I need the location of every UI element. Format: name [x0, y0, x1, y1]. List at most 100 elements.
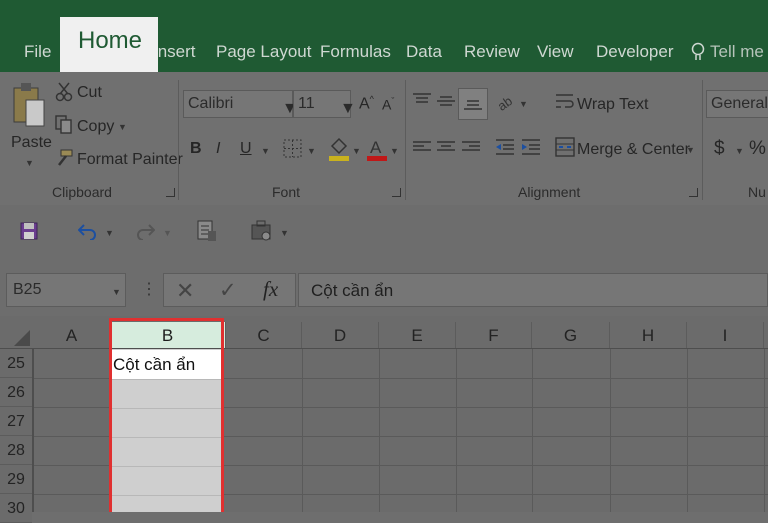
column-header-i[interactable]: I — [687, 322, 764, 349]
tab-insert[interactable]: Insert — [153, 42, 196, 62]
column-header-e[interactable]: E — [379, 322, 456, 349]
tell-me-search[interactable]: Tell me w — [710, 42, 768, 62]
font-group-label: Font — [272, 184, 301, 200]
decrease-indent-icon[interactable] — [495, 138, 515, 156]
row-header-27[interactable]: 27 — [0, 408, 32, 436]
name-box[interactable]: B25 ▼ — [6, 273, 126, 307]
grid-line — [610, 349, 611, 512]
grid-line — [302, 349, 303, 512]
svg-text:A: A — [370, 138, 382, 157]
merge-dropdown-icon[interactable]: ▼ — [686, 145, 695, 155]
scissors-icon[interactable] — [55, 82, 73, 102]
currency-button[interactable]: $ — [714, 138, 725, 160]
row-header-28[interactable]: 28 — [0, 437, 32, 465]
align-middle-icon[interactable] — [436, 95, 456, 109]
copy-dropdown-icon[interactable]: ▼ — [118, 122, 127, 132]
orientation-icon[interactable]: ab — [496, 92, 518, 112]
row-header-29[interactable]: 29 — [0, 466, 32, 494]
percent-button[interactable]: % — [749, 138, 766, 160]
number-format-select[interactable]: General — [706, 90, 768, 118]
tab-page-layout[interactable]: Page Layout — [216, 42, 311, 62]
clipboard-group-label: Clipboard — [52, 184, 112, 200]
cancel-icon[interactable]: ✕ — [176, 278, 194, 304]
align-right-icon[interactable] — [461, 140, 481, 154]
redo-icon[interactable] — [135, 222, 155, 240]
column-header-c[interactable]: C — [226, 322, 302, 349]
italic-button[interactable]: I — [216, 140, 220, 158]
alignment-launcher-icon[interactable] — [689, 188, 698, 197]
tab-view[interactable]: View — [537, 42, 574, 62]
formula-input[interactable]: Cột cần ẩn — [298, 273, 768, 307]
orientation-dropdown-icon[interactable]: ▼ — [519, 99, 528, 109]
svg-text:ab: ab — [496, 93, 515, 112]
row-header-30[interactable]: 30 — [0, 495, 32, 523]
tab-data[interactable]: Data — [406, 42, 442, 62]
font-size-value: 11 — [298, 95, 315, 112]
ribbon-tab-bar: File Insert Page Layout Formulas Data Re… — [0, 0, 768, 72]
increase-font-size-icon[interactable]: A^ — [359, 94, 374, 113]
underline-button[interactable]: U — [240, 140, 252, 158]
column-header-h[interactable]: H — [610, 322, 687, 349]
font-launcher-icon[interactable] — [392, 188, 401, 197]
font-color-icon[interactable]: A — [366, 136, 388, 162]
wrap-text-button[interactable]: Wrap Text — [577, 96, 648, 114]
font-size-select[interactable]: 11 ▼ — [293, 90, 356, 118]
resize-handle-icon[interactable]: ⋮ — [141, 279, 157, 299]
row-header-26[interactable]: 26 — [0, 379, 32, 407]
merge-center-icon[interactable] — [555, 137, 575, 157]
wrap-text-icon[interactable] — [555, 92, 575, 112]
paste-dropdown-icon[interactable]: ▼ — [25, 158, 34, 168]
borders-icon[interactable] — [283, 139, 303, 159]
column-header-a[interactable]: A — [34, 322, 110, 349]
align-top-icon[interactable] — [412, 92, 432, 106]
font-name-value: Calibri — [188, 95, 234, 112]
increase-indent-icon[interactable] — [521, 138, 541, 156]
tab-formulas[interactable]: Formulas — [320, 42, 391, 62]
column-header-d[interactable]: D — [302, 322, 379, 349]
chevron-down-icon[interactable]: ▼ — [112, 287, 121, 297]
tab-review[interactable]: Review — [464, 42, 520, 62]
row-header-25[interactable]: 25 — [0, 350, 32, 378]
select-all-icon[interactable] — [12, 328, 32, 348]
fill-color-icon[interactable] — [328, 136, 350, 162]
alignment-group-label: Alignment — [518, 184, 581, 200]
undo-dropdown-icon[interactable]: ▼ — [105, 228, 114, 238]
fill-color-dropdown-icon[interactable]: ▼ — [352, 146, 361, 156]
currency-dropdown-icon[interactable]: ▼ — [735, 146, 744, 156]
tab-home-label: Home — [78, 27, 143, 54]
customize-qat-icon[interactable]: ▼ — [280, 228, 289, 238]
undo-icon[interactable] — [78, 222, 98, 240]
enter-icon[interactable]: ✓ — [219, 278, 237, 303]
format-painter-button[interactable]: Format Painter — [77, 151, 183, 169]
copy-icon[interactable] — [55, 115, 73, 135]
copy-button[interactable]: Copy — [77, 118, 114, 136]
clipboard-launcher-icon[interactable] — [166, 188, 175, 197]
formula-buttons: ✕ ✓ fx — [163, 273, 296, 307]
ribbon-separator — [702, 80, 703, 200]
align-left-icon[interactable] — [412, 140, 432, 154]
tab-file[interactable]: File — [24, 42, 51, 62]
save-icon[interactable] — [20, 222, 38, 240]
borders-dropdown-icon[interactable]: ▼ — [307, 146, 316, 156]
redo-dropdown-icon[interactable]: ▼ — [163, 228, 172, 238]
column-header-g[interactable]: G — [532, 322, 610, 349]
format-painter-icon[interactable] — [55, 149, 73, 167]
form-icon[interactable] — [197, 220, 217, 242]
align-bottom-button[interactable] — [458, 88, 488, 120]
align-center-icon[interactable] — [436, 140, 456, 154]
insert-function-button[interactable]: fx — [263, 277, 278, 302]
font-name-select[interactable]: Calibri ▼ — [183, 90, 298, 118]
macro-icon[interactable] — [250, 220, 274, 242]
cut-button[interactable]: Cut — [77, 84, 102, 102]
bold-button[interactable]: B — [190, 140, 202, 158]
grid-line — [456, 349, 457, 512]
tab-developer[interactable]: Developer — [596, 42, 674, 62]
merge-center-button[interactable]: Merge & Center — [577, 141, 690, 159]
underline-dropdown-icon[interactable]: ▼ — [261, 146, 270, 156]
paste-icon[interactable] — [11, 80, 47, 130]
paste-button[interactable]: Paste — [11, 134, 52, 152]
tab-home[interactable]: Home — [60, 17, 158, 72]
column-header-f[interactable]: F — [456, 322, 532, 349]
font-color-dropdown-icon[interactable]: ▼ — [390, 146, 399, 156]
decrease-font-size-icon[interactable]: Aˇ — [382, 96, 394, 113]
